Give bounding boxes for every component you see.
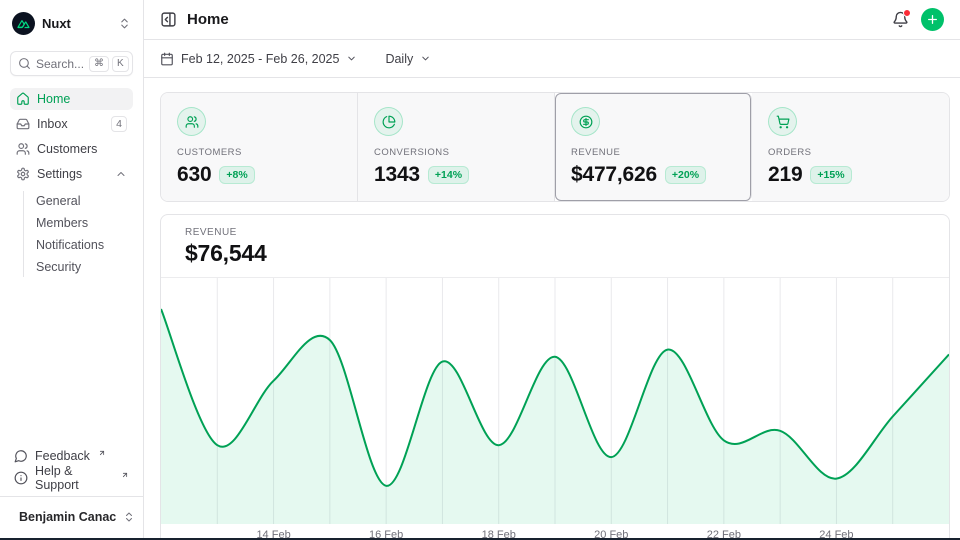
help-support-link[interactable]: Help & Support — [10, 467, 133, 489]
chart-current-value: $76,544 — [185, 240, 925, 267]
granularity-select[interactable]: Daily — [385, 52, 431, 66]
chevron-up-icon — [115, 168, 127, 180]
stat-delta-badge: +20% — [665, 166, 706, 184]
sidebar-item-notifications[interactable]: Notifications — [36, 235, 133, 255]
kbd-k: K — [112, 56, 129, 72]
feedback-label: Feedback — [35, 449, 90, 463]
info-circle-icon — [14, 471, 28, 485]
content: CUSTOMERS 630 +8% CONVERSIONS 1343 +14% — [144, 78, 960, 540]
page-header: Home — [144, 0, 960, 40]
stat-label: CUSTOMERS — [177, 147, 341, 158]
stat-delta-badge: +14% — [428, 166, 469, 184]
sidebar-nav: Home Inbox 4 Customers — [10, 88, 133, 279]
stat-delta-badge: +8% — [219, 166, 254, 184]
sidebar-item-label: Customers — [37, 142, 97, 156]
notification-dot — [903, 9, 911, 17]
shopping-cart-icon — [768, 107, 797, 136]
stat-value: 630 — [177, 163, 211, 187]
stat-delta-badge: +15% — [810, 166, 851, 184]
search-input[interactable]: Search... ⌘ K — [10, 51, 133, 76]
sidebar-item-inbox[interactable]: Inbox 4 — [10, 113, 133, 135]
stat-label: ORDERS — [768, 147, 933, 158]
sidebar-item-customers[interactable]: Customers — [10, 138, 133, 160]
chevrons-up-down-icon — [123, 511, 135, 523]
calendar-icon — [160, 52, 174, 66]
settings-sub-list: General Members Notifications Security — [23, 191, 133, 277]
chart-pie-icon — [374, 107, 403, 136]
home-icon — [16, 92, 30, 106]
chart-header: REVENUE $76,544 — [161, 215, 949, 278]
collapse-sidebar-button[interactable] — [160, 11, 177, 28]
sidebar-item-members[interactable]: Members — [36, 213, 133, 233]
user-menu[interactable]: Benjamin Canac — [10, 504, 133, 532]
revenue-area-chart[interactable]: 14 Feb16 Feb18 Feb20 Feb22 Feb24 Feb — [161, 278, 949, 540]
external-link-icon — [121, 471, 129, 479]
chevron-down-icon — [420, 53, 431, 64]
nuxt-logo-icon — [12, 12, 35, 35]
panel-left-close-icon — [160, 11, 177, 28]
circle-dollar-icon — [571, 107, 600, 136]
sidebar: Nuxt Search... ⌘ K — [0, 0, 144, 540]
chevrons-up-down-icon — [118, 17, 131, 30]
user-name: Benjamin Canac — [19, 510, 116, 524]
external-link-icon — [98, 449, 106, 457]
stat-label: REVENUE — [571, 147, 735, 158]
inbox-count-badge: 4 — [111, 116, 127, 132]
stats-row: CUSTOMERS 630 +8% CONVERSIONS 1343 +14% — [160, 92, 950, 202]
stat-value: 219 — [768, 163, 802, 187]
team-selector[interactable]: Nuxt — [10, 10, 133, 37]
users-icon — [177, 107, 206, 136]
message-circle-icon — [14, 449, 28, 463]
filters-toolbar: Feb 12, 2025 - Feb 26, 2025 Daily — [144, 40, 960, 78]
date-range-label: Feb 12, 2025 - Feb 26, 2025 — [181, 52, 339, 66]
sidebar-item-security[interactable]: Security — [36, 257, 133, 277]
sidebar-item-home[interactable]: Home — [10, 88, 133, 110]
stat-card-conversions[interactable]: CONVERSIONS 1343 +14% — [358, 93, 555, 201]
sidebar-item-label: Home — [37, 92, 70, 106]
notifications-button[interactable] — [892, 11, 909, 28]
main-area: Home Feb 12, 2 — [144, 0, 960, 540]
stat-value: $477,626 — [571, 163, 657, 187]
team-name: Nuxt — [42, 16, 111, 31]
header-actions — [892, 8, 944, 31]
stat-card-orders[interactable]: ORDERS 219 +15% — [752, 93, 949, 201]
add-button[interactable] — [921, 8, 944, 31]
inbox-icon — [16, 117, 30, 131]
search-icon — [18, 57, 31, 70]
stat-card-customers[interactable]: CUSTOMERS 630 +8% — [161, 93, 358, 201]
search-placeholder: Search... — [36, 57, 84, 71]
granularity-label: Daily — [385, 52, 413, 66]
sidebar-item-label: Inbox — [37, 117, 68, 131]
gear-icon — [16, 167, 30, 181]
stat-card-revenue[interactable]: REVENUE $477,626 +20% — [555, 93, 752, 201]
sidebar-item-general[interactable]: General — [36, 191, 133, 211]
sidebar-bottom: Feedback Help & Support Benjamin Canac — [10, 445, 133, 532]
app-window: Nuxt Search... ⌘ K — [0, 0, 960, 540]
sidebar-item-label: Settings — [37, 167, 82, 181]
page-title: Home — [187, 11, 229, 28]
chevron-down-icon — [346, 53, 357, 64]
help-support-label: Help & Support — [35, 464, 113, 492]
users-icon — [16, 142, 30, 156]
sidebar-item-settings[interactable]: Settings — [10, 163, 133, 185]
stat-value: 1343 — [374, 163, 420, 187]
plus-icon — [926, 13, 939, 26]
chart-title: REVENUE — [185, 227, 925, 238]
date-range-picker[interactable]: Feb 12, 2025 - Feb 26, 2025 — [160, 52, 357, 66]
divider — [0, 496, 143, 497]
search-kbd-hint: ⌘ K — [89, 56, 129, 72]
revenue-chart-card: REVENUE $76,544 14 Feb16 Feb18 Feb20 Feb… — [160, 214, 950, 540]
sidebar-top: Nuxt Search... ⌘ K — [10, 10, 133, 279]
stat-label: CONVERSIONS — [374, 147, 538, 158]
kbd-cmd: ⌘ — [89, 56, 109, 72]
